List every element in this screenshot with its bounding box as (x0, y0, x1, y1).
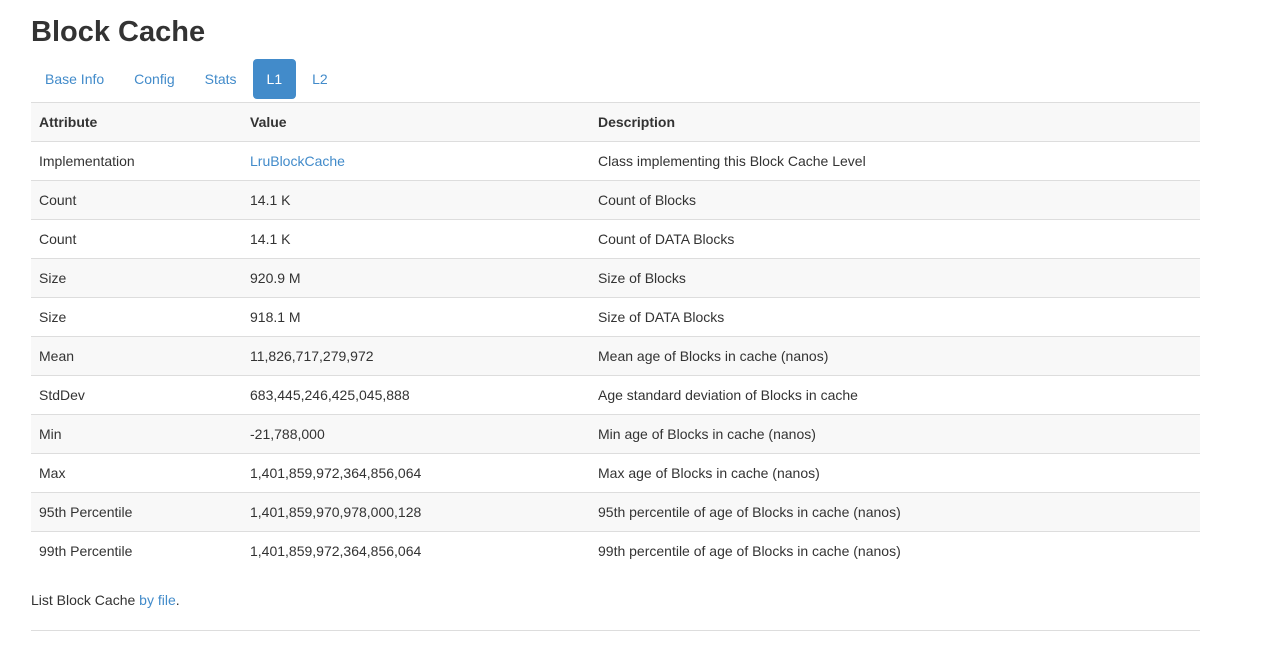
table-row: 95th Percentile1,401,859,970,978,000,128… (31, 493, 1200, 532)
value-cell: LruBlockCache (242, 142, 590, 181)
column-header-attribute: Attribute (31, 103, 242, 142)
tab-base-info-label[interactable]: Base Info (31, 59, 118, 99)
value-cell: 1,401,859,970,978,000,128 (242, 493, 590, 532)
by-file-link[interactable]: by file (139, 592, 176, 608)
description-cell: 95th percentile of age of Blocks in cach… (590, 493, 1200, 532)
attribute-cell: Mean (31, 337, 242, 376)
attribute-cell: Implementation (31, 142, 242, 181)
table-row: 99th Percentile1,401,859,972,364,856,064… (31, 532, 1200, 571)
block-cache-page: Block Cache Base Info Config Stats L1 L2 (0, 0, 1280, 657)
list-block-cache-note: List Block Cache by file. (31, 590, 1200, 610)
tab-stats[interactable]: Stats (191, 59, 251, 99)
value-cell: 14.1 K (242, 181, 590, 220)
attribute-cell: 95th Percentile (31, 493, 242, 532)
value-cell: 920.9 M (242, 259, 590, 298)
value-cell: -21,788,000 (242, 415, 590, 454)
attribute-cell: Count (31, 220, 242, 259)
table-row: Max1,401,859,972,364,856,064Max age of B… (31, 454, 1200, 493)
column-header-description: Description (590, 103, 1200, 142)
description-cell: Count of DATA Blocks (590, 220, 1200, 259)
tab-l1-label[interactable]: L1 (253, 59, 297, 99)
value-cell: 1,401,859,972,364,856,064 (242, 532, 590, 571)
description-cell: Mean age of Blocks in cache (nanos) (590, 337, 1200, 376)
note-text-before: List Block Cache (31, 592, 139, 608)
description-cell: Size of DATA Blocks (590, 298, 1200, 337)
description-cell: Age standard deviation of Blocks in cach… (590, 376, 1200, 415)
table-header-row: Attribute Value Description (31, 103, 1200, 142)
description-cell: 99th percentile of age of Blocks in cach… (590, 532, 1200, 571)
value-cell: 1,401,859,972,364,856,064 (242, 454, 590, 493)
attribute-cell: Max (31, 454, 242, 493)
table-row: Count14.1 KCount of Blocks (31, 181, 1200, 220)
description-cell: Min age of Blocks in cache (nanos) (590, 415, 1200, 454)
description-cell: Count of Blocks (590, 181, 1200, 220)
table-row: StdDev683,445,246,425,045,888Age standar… (31, 376, 1200, 415)
table-row: Mean11,826,717,279,972Mean age of Blocks… (31, 337, 1200, 376)
attribute-cell: Size (31, 259, 242, 298)
tab-l2[interactable]: L2 (298, 59, 342, 99)
attribute-cell: StdDev (31, 376, 242, 415)
value-cell: 11,826,717,279,972 (242, 337, 590, 376)
tab-config-label[interactable]: Config (120, 59, 188, 99)
attribute-cell: Count (31, 181, 242, 220)
block-cache-l1-table: Attribute Value Description Implementati… (31, 102, 1200, 570)
tab-base-info[interactable]: Base Info (31, 59, 118, 99)
implementation-link[interactable]: LruBlockCache (250, 153, 345, 169)
description-cell: Max age of Blocks in cache (nanos) (590, 454, 1200, 493)
tab-l1[interactable]: L1 (253, 59, 297, 99)
tab-l2-label[interactable]: L2 (298, 59, 342, 99)
column-header-value: Value (242, 103, 590, 142)
block-cache-tabs: Base Info Config Stats L1 L2 (31, 59, 1200, 99)
value-cell: 918.1 M (242, 298, 590, 337)
note-text-after: . (176, 592, 180, 608)
content-container: Block Cache Base Info Config Stats L1 L2 (31, 16, 1200, 631)
table-row: Size918.1 MSize of DATA Blocks (31, 298, 1200, 337)
description-cell: Size of Blocks (590, 259, 1200, 298)
attribute-cell: Min (31, 415, 242, 454)
attribute-cell: Size (31, 298, 242, 337)
table-row: Min-21,788,000Min age of Blocks in cache… (31, 415, 1200, 454)
table-row: Size920.9 MSize of Blocks (31, 259, 1200, 298)
tab-stats-label[interactable]: Stats (191, 59, 251, 99)
value-cell: 14.1 K (242, 220, 590, 259)
description-cell: Class implementing this Block Cache Leve… (590, 142, 1200, 181)
page-title: Block Cache (31, 16, 1200, 48)
attribute-cell: 99th Percentile (31, 532, 242, 571)
value-cell: 683,445,246,425,045,888 (242, 376, 590, 415)
tab-config[interactable]: Config (120, 59, 188, 99)
table-row: Count14.1 KCount of DATA Blocks (31, 220, 1200, 259)
bottom-divider (31, 630, 1200, 631)
table-row: Implementation LruBlockCache Class impleme… (31, 142, 1200, 181)
